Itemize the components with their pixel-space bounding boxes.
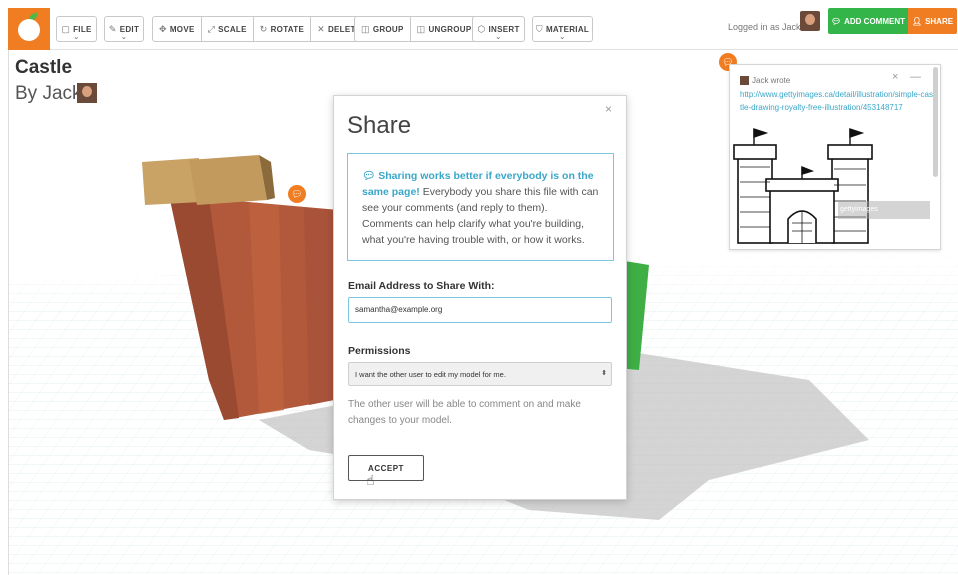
castle-drawing-image: [733, 128, 873, 244]
close-icon[interactable]: ×: [605, 102, 612, 116]
file-menu-button[interactable]: ▢ FILE ⌄: [56, 16, 97, 42]
share-info-box: 💬︎ Sharing works better if everybody is …: [347, 153, 614, 261]
close-icon[interactable]: ×: [892, 71, 898, 83]
ungroup-button[interactable]: ◫ UNGROUP: [411, 17, 478, 41]
scale-icon: ⤢: [207, 23, 216, 34]
edit-menu-button[interactable]: ✎ EDIT ⌄: [104, 16, 144, 42]
scale-button[interactable]: ⤢ SCALE: [202, 17, 254, 41]
share-button[interactable]: 👤︎ SHARE: [908, 8, 957, 34]
comment-card: Jack wrote × — http://www.gettyimages.ca…: [729, 64, 941, 250]
author-avatar: [77, 83, 97, 103]
move-button[interactable]: ✥ MOVE: [153, 17, 202, 41]
person-icon: 👤︎: [911, 16, 923, 26]
comment-icon: 💬︎: [291, 188, 303, 199]
add-comment-button[interactable]: 💬︎ ADD COMMENT: [828, 8, 908, 34]
file-icon: ▢: [61, 23, 71, 34]
user-avatar[interactable]: [800, 11, 820, 31]
pencil-icon: ✎: [108, 23, 117, 34]
chevron-down-icon: ⌄: [120, 34, 128, 41]
chevron-down-icon: ⌄: [73, 34, 80, 41]
transform-tools: ✥ MOVE ⤢ SCALE ↻ ROTATE ✕ DELETE: [152, 16, 369, 42]
comment-link[interactable]: http://www.gettyimages.ca/detail/illustr…: [740, 88, 934, 114]
dialog-title: Share: [347, 112, 412, 139]
comment-marker[interactable]: 💬︎: [288, 185, 306, 203]
permissions-select[interactable]: I want the other user to edit my model f…: [348, 362, 612, 386]
rotate-button[interactable]: ↻ ROTATE: [254, 17, 312, 41]
ungroup-icon: ◫: [416, 23, 426, 34]
orange-icon: [18, 19, 40, 41]
cube-icon: ⬡: [477, 23, 486, 34]
material-menu-button[interactable]: ⛉ MATERIAL ⌄: [532, 16, 593, 42]
insert-menu-button[interactable]: ⬡ INSERT ⌄: [472, 16, 525, 42]
email-label: Email Address to Share With:: [348, 280, 495, 292]
minimize-icon[interactable]: —: [910, 71, 921, 83]
scrollbar[interactable]: [933, 67, 938, 177]
author-avatar: [740, 76, 749, 85]
accept-button[interactable]: ACCEPT: [348, 455, 424, 481]
email-field[interactable]: samantha@example.org: [348, 297, 612, 323]
app-logo[interactable]: [8, 8, 50, 50]
chevron-down-icon: ⌄: [495, 34, 502, 41]
group-tools: ◫ GROUP ◫ UNGROUP: [354, 16, 479, 42]
rotate-icon: ↻: [259, 23, 268, 34]
close-icon: ✕: [317, 23, 325, 34]
comment-author: Jack wrote: [740, 76, 790, 85]
chevron-down-icon: ⌄: [559, 34, 566, 41]
permissions-note: The other user will be able to comment o…: [348, 399, 581, 426]
paint-bucket-icon: ⛉: [535, 23, 543, 34]
select-arrows-icon: ⬍: [601, 370, 607, 377]
move-icon: ✥: [159, 23, 167, 34]
project-author: By Jack: [15, 83, 82, 104]
pointer-cursor-icon: ☝︎: [366, 472, 375, 488]
comment-icon: 💬︎: [830, 16, 842, 26]
group-icon: ◫: [361, 23, 370, 34]
share-dialog: × Share 💬︎ Sharing works better if every…: [333, 95, 627, 500]
group-button[interactable]: ◫ GROUP: [355, 17, 411, 41]
comment-icon: 💬︎: [362, 170, 379, 182]
crenellation-block: [189, 155, 267, 205]
logged-in-label: Logged in as Jack: [728, 22, 801, 32]
image-watermark: gettyimages: [838, 201, 930, 219]
permissions-label: Permissions: [348, 345, 411, 357]
project-title: Castle: [15, 57, 73, 78]
